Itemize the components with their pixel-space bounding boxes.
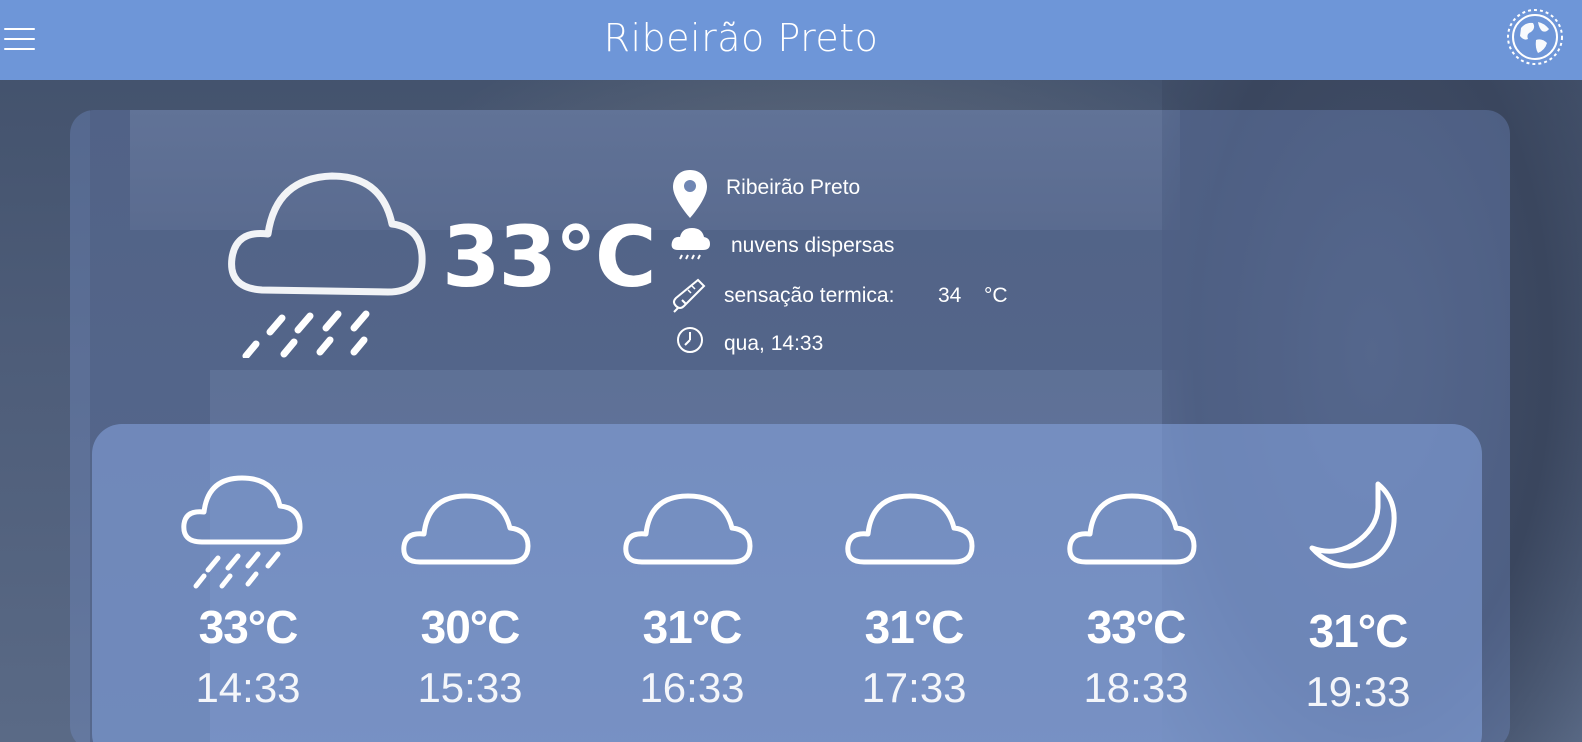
forecast-item: 31°C 17:33 [824,424,1004,742]
forecast-temperature: 31°C [1308,605,1409,657]
forecast-item: 30°C 15:33 [380,424,560,742]
moon-icon [1288,472,1428,592]
cloud-icon [844,472,984,592]
forecast-time: 17:33 [861,664,967,711]
forecast-time: 18:33 [1083,664,1189,711]
feels-like-unit: °C [984,284,1008,307]
forecast-time: 14:33 [195,664,301,711]
top-bar: Ribeirão Preto [0,0,1582,80]
cloud-rain-small-icon [670,226,710,266]
forecast-temperature: 33°C [198,601,299,653]
cloud-rain-icon [222,168,432,360]
forecast-time: 15:33 [417,664,523,711]
datetime-row: qua, 14:33 [670,324,1070,364]
location-name: Ribeirão Preto [726,176,861,199]
cloud-icon [622,472,762,592]
globe-icon[interactable] [1506,8,1564,66]
cloud-rain-icon [178,472,318,592]
current-datetime: qua, 14:33 [724,332,824,355]
forecast-item: 33°C 18:33 [1046,424,1226,742]
forecast-time: 16:33 [639,664,745,711]
location-pin-icon [670,168,710,218]
forecast-temperature: 33°C [1086,601,1187,653]
description-row: nuvens dispersas [670,226,1070,266]
hourly-forecast: 33°C 14:33 30°C 15:33 31°C 16:33 31°C 17… [92,424,1482,742]
weather-app: Ribeirão Preto 33°C Ribeirão Preto nuven… [0,0,1582,742]
forecast-time: 19:33 [1305,668,1411,715]
forecast-temperature: 31°C [642,601,743,653]
forecast-item: 31°C 19:33 [1268,424,1448,742]
thermometer-icon [670,276,710,316]
cloud-icon [1066,472,1206,592]
forecast-temperature: 30°C [420,601,521,653]
location-row: Ribeirão Preto [670,168,1070,218]
forecast-item: 31°C 16:33 [602,424,782,742]
page-title: Ribeirão Preto [603,16,879,60]
forecast-temperature: 31°C [864,601,965,653]
feels-like-row: sensação termica: 34 °C [670,276,1070,316]
current-temperature: 33°C [442,208,657,306]
forecast-item: 33°C 14:33 [158,424,338,742]
feels-like-label: sensação termica: [724,284,895,307]
current-details: Ribeirão Preto nuvens dispersas sensação… [670,168,1070,368]
feels-like-value: 34 [938,284,962,307]
weather-description: nuvens dispersas [731,234,895,257]
cloud-icon [400,472,540,592]
clock-icon [670,324,710,364]
